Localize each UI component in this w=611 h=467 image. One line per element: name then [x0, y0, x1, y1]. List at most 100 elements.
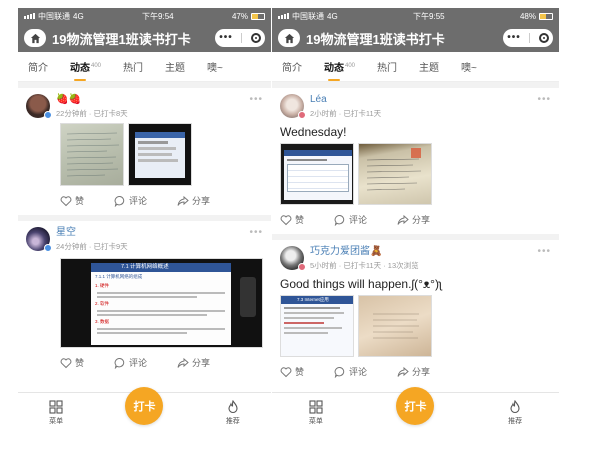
- post-image-book[interactable]: [358, 295, 432, 357]
- post-actions: 赞 评论 分享: [60, 194, 263, 207]
- post-actions: 赞 评论 分享: [280, 213, 551, 226]
- share-button[interactable]: 分享: [177, 356, 210, 369]
- nav-recommend[interactable]: 推荐: [226, 399, 240, 426]
- close-miniprogram-icon[interactable]: [250, 33, 261, 43]
- network-label: 4G: [327, 11, 338, 21]
- post-meta: 22分钟前 · 已打卡8天: [56, 109, 128, 118]
- tab-topics[interactable]: 主题: [419, 59, 439, 74]
- heart-icon: [60, 195, 72, 206]
- carrier-label: 中国联通: [292, 11, 324, 21]
- carrier-label: 中国联通: [38, 11, 70, 21]
- post-meta: 24分钟前 · 已打卡9天: [56, 242, 128, 251]
- post-card[interactable]: 星空 24分钟前 · 已打卡9天 ••• 7.1 计算机网络概述 7.1.1 计…: [18, 221, 271, 377]
- post-image-notebook[interactable]: [60, 123, 124, 186]
- miniprogram-capsule: •••: [503, 29, 553, 47]
- tab-hot[interactable]: 热门: [123, 59, 143, 74]
- comment-button[interactable]: 评论: [334, 365, 367, 378]
- post-card[interactable]: Léa 2小时前 · 已打卡11天 ••• Wednesday! 赞 评论 分享: [272, 88, 559, 234]
- home-button[interactable]: [278, 29, 300, 47]
- post-card[interactable]: 🍓🍓 22分钟前 · 已打卡8天 ••• 赞 评论 分享: [18, 88, 271, 215]
- post-image-screen[interactable]: [128, 123, 192, 186]
- flame-icon: [510, 399, 520, 413]
- grid-icon: [309, 399, 323, 414]
- more-icon[interactable]: •••: [507, 33, 521, 43]
- verified-badge-icon: [44, 111, 52, 119]
- post-more-icon[interactable]: •••: [249, 94, 263, 105]
- post-more-icon[interactable]: •••: [537, 246, 551, 257]
- page-title: 19物流管理1班读书打卡: [52, 31, 191, 47]
- gender-badge-icon: [298, 111, 306, 119]
- book-photo-image: [373, 313, 419, 339]
- post-author-emoji[interactable]: 🍓🍓: [56, 94, 263, 106]
- share-button[interactable]: 分享: [177, 194, 210, 207]
- avatar[interactable]: [280, 94, 306, 119]
- heart-icon: [280, 214, 292, 225]
- post-author[interactable]: 巧克力爱团酱🧸: [310, 246, 551, 258]
- share-icon: [177, 357, 189, 368]
- more-icon[interactable]: •••: [219, 33, 233, 43]
- comment-icon: [334, 214, 345, 226]
- close-miniprogram-icon[interactable]: [538, 33, 549, 43]
- nav-recommend[interactable]: 推荐: [508, 399, 522, 426]
- post-author[interactable]: Léa: [310, 94, 551, 106]
- comment-button[interactable]: 评论: [114, 356, 147, 369]
- tab-extra[interactable]: 噢~: [207, 59, 223, 74]
- tab-topics[interactable]: 主题: [165, 59, 185, 74]
- feed-count: 400: [345, 62, 356, 69]
- feed-count: 400: [91, 62, 102, 69]
- like-button[interactable]: 赞: [280, 213, 304, 226]
- heart-icon: [280, 366, 292, 377]
- checkin-button[interactable]: 打卡: [125, 386, 164, 425]
- post-actions: 赞 评论 分享: [60, 356, 263, 369]
- gender-badge-icon: [298, 263, 306, 271]
- like-button[interactable]: 赞: [280, 365, 304, 378]
- post-image-slide[interactable]: 7.3 Internet应用: [280, 295, 354, 357]
- tab-intro[interactable]: 简介: [282, 59, 302, 74]
- feed: 🍓🍓 22分钟前 · 已打卡8天 ••• 赞 评论 分享 星空 24分钟前 · …: [18, 82, 271, 377]
- post-meta: 2小时前 · 已打卡11天: [310, 109, 382, 118]
- post-text: Good things will happen.ʃ(°ᴥ°)ʅ: [280, 277, 442, 291]
- comment-button[interactable]: 评论: [334, 213, 367, 226]
- home-icon: [30, 33, 40, 43]
- tab-extra[interactable]: 噢~: [461, 59, 477, 74]
- share-icon: [397, 366, 409, 377]
- comment-icon: [114, 195, 125, 207]
- post-author[interactable]: 星空: [56, 227, 263, 239]
- home-button[interactable]: [24, 29, 46, 47]
- nav-menu[interactable]: 菜单: [309, 399, 323, 426]
- status-bar: 中国联通 4G 下午9:55 48%: [272, 8, 559, 24]
- title-bar: 19物流管理1班读书打卡 •••: [18, 24, 271, 52]
- tab-feed[interactable]: 动态400: [324, 59, 356, 81]
- like-button[interactable]: 赞: [60, 356, 84, 369]
- screenshot-right: 中国联通 4G 下午9:55 48% 19物流管理1班读书打卡 ••• 简介 动…: [272, 8, 559, 432]
- avatar[interactable]: [26, 227, 52, 252]
- flame-icon: [228, 399, 238, 413]
- bottom-nav: 菜单 打卡 推荐: [272, 386, 559, 432]
- checkin-button[interactable]: 打卡: [396, 386, 435, 425]
- slide-subtitle: 7.1.1 计算机网络的组成: [95, 274, 143, 279]
- post-more-icon[interactable]: •••: [249, 227, 263, 238]
- post-more-icon[interactable]: •••: [537, 94, 551, 105]
- grid-icon: [49, 399, 63, 414]
- tab-feed[interactable]: 动态400: [70, 59, 102, 81]
- avatar[interactable]: [26, 94, 52, 119]
- nav-menu[interactable]: 菜单: [49, 399, 63, 426]
- avatar[interactable]: [280, 246, 306, 271]
- like-button[interactable]: 赞: [60, 194, 84, 207]
- share-button[interactable]: 分享: [397, 213, 430, 226]
- post-image-slide[interactable]: [280, 143, 354, 205]
- post-card[interactable]: 巧克力爱团酱🧸 5小时前 · 已打卡11天 · 13次浏览 ••• Good t…: [272, 240, 559, 386]
- post-image-slide[interactable]: 7.1 计算机网络概述 7.1.1 计算机网络的组成 1. 硬件 2. 软件 3…: [60, 258, 263, 348]
- post-image-notebook[interactable]: [358, 143, 432, 205]
- feed: Léa 2小时前 · 已打卡11天 ••• Wednesday! 赞 评论 分享…: [272, 82, 559, 386]
- title-bar: 19物流管理1班读书打卡 •••: [272, 24, 559, 52]
- slide-title: 7.1 计算机网络概述: [91, 263, 231, 272]
- comment-button[interactable]: 评论: [114, 194, 147, 207]
- comment-icon: [114, 357, 125, 369]
- share-button[interactable]: 分享: [397, 365, 430, 378]
- post-text: Wednesday!: [280, 125, 347, 139]
- tab-hot[interactable]: 热门: [377, 59, 397, 74]
- handwriting-image: [66, 132, 120, 177]
- tab-intro[interactable]: 简介: [28, 59, 48, 74]
- tab-bar: 简介 动态400 热门 主题 噢~: [18, 52, 271, 82]
